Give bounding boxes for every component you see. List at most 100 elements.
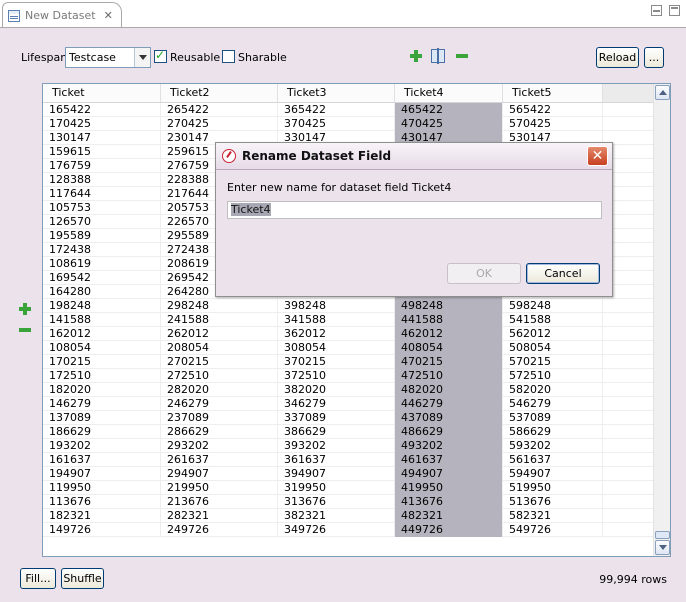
table-cell[interactable]: 146279 (43, 397, 161, 411)
column-header[interactable]: Ticket5 (503, 84, 603, 102)
table-cell[interactable]: 482321 (395, 509, 503, 523)
table-cell[interactable]: 162012 (43, 327, 161, 341)
table-cell[interactable]: 393202 (278, 439, 395, 453)
shuffle-button[interactable]: Shuffle (61, 568, 104, 589)
table-cell[interactable]: 282321 (161, 509, 278, 523)
table-cell[interactable]: 182020 (43, 383, 161, 397)
table-cell[interactable]: 128388 (43, 173, 161, 187)
table-cell[interactable]: 176759 (43, 159, 161, 173)
table-cell[interactable]: 465422 (395, 103, 503, 117)
table-cell[interactable]: 265422 (161, 103, 278, 117)
ok-button[interactable]: OK (447, 263, 521, 284)
scroll-up-icon[interactable] (655, 85, 670, 100)
table-row[interactable]: 137089 237089 337089 437089 537089 (43, 411, 654, 425)
table-cell[interactable]: 386629 (278, 425, 395, 439)
table-cell[interactable]: 282020 (161, 383, 278, 397)
table-cell[interactable]: 161637 (43, 453, 161, 467)
table-cell[interactable]: 286629 (161, 425, 278, 439)
table-cell[interactable]: 361637 (278, 453, 395, 467)
table-cell[interactable]: 172510 (43, 369, 161, 383)
table-cell[interactable]: 482020 (395, 383, 503, 397)
table-cell[interactable]: 549726 (503, 523, 603, 537)
table-cell[interactable]: 319950 (278, 481, 395, 495)
table-cell[interactable]: 449726 (395, 523, 503, 537)
add-column-icon[interactable] (409, 49, 423, 63)
table-cell[interactable]: 313676 (278, 495, 395, 509)
table-cell[interactable]: 293202 (161, 439, 278, 453)
table-cell[interactable]: 346279 (278, 397, 395, 411)
table-cell[interactable]: 108054 (43, 341, 161, 355)
table-cell[interactable]: 341588 (278, 313, 395, 327)
table-row[interactable]: 193202 293202 393202 493202 593202 (43, 439, 654, 453)
table-cell[interactable]: 113676 (43, 495, 161, 509)
table-cell[interactable]: 462012 (395, 327, 503, 341)
table-cell[interactable]: 365422 (278, 103, 395, 117)
more-options-button[interactable]: ... (644, 47, 664, 68)
table-cell[interactable]: 362012 (278, 327, 395, 341)
table-cell[interactable]: 165422 (43, 103, 161, 117)
table-cell[interactable]: 186629 (43, 425, 161, 439)
table-row[interactable]: 162012 262012 362012 462012 562012 (43, 327, 654, 341)
table-cell[interactable]: 437089 (395, 411, 503, 425)
lifespan-dropdown[interactable]: Testcase (65, 47, 151, 68)
table-cell[interactable]: 130147 (43, 131, 161, 145)
add-row-icon[interactable] (18, 302, 32, 316)
table-cell[interactable]: 398248 (278, 299, 395, 313)
rename-column-icon[interactable] (431, 48, 445, 64)
table-cell[interactable]: 572510 (503, 369, 603, 383)
table-cell[interactable]: 570215 (503, 355, 603, 369)
table-cell[interactable]: 582020 (503, 383, 603, 397)
reload-button[interactable]: Reload (596, 47, 639, 68)
table-row[interactable]: 182321 282321 382321 482321 582321 (43, 509, 654, 523)
table-row[interactable]: 172510 272510 372510 472510 572510 (43, 369, 654, 383)
table-cell[interactable]: 370215 (278, 355, 395, 369)
table-cell[interactable]: 170215 (43, 355, 161, 369)
table-cell[interactable]: 370425 (278, 117, 395, 131)
reusable-checkbox[interactable] (154, 48, 167, 63)
table-row[interactable]: 165422 265422 365422 465422 565422 (43, 103, 654, 117)
table-cell[interactable]: 272510 (161, 369, 278, 383)
table-cell[interactable]: 546279 (503, 397, 603, 411)
table-cell[interactable]: 159615 (43, 145, 161, 159)
table-row[interactable]: 141588 241588 341588 441588 541588 (43, 313, 654, 327)
table-cell[interactable]: 219950 (161, 481, 278, 495)
table-cell[interactable]: 508054 (503, 341, 603, 355)
table-cell[interactable]: 270215 (161, 355, 278, 369)
column-header[interactable]: Ticket (43, 84, 161, 102)
table-cell[interactable]: 382321 (278, 509, 395, 523)
table-cell[interactable]: 486629 (395, 425, 503, 439)
table-cell[interactable]: 394907 (278, 467, 395, 481)
table-cell[interactable]: 208054 (161, 341, 278, 355)
table-cell[interactable]: 594907 (503, 467, 603, 481)
table-cell[interactable]: 294907 (161, 467, 278, 481)
table-cell[interactable]: 470425 (395, 117, 503, 131)
fill-button[interactable]: Fill... (20, 568, 56, 589)
column-header[interactable]: Ticket2 (161, 84, 278, 102)
scroll-down-icon[interactable] (655, 540, 670, 555)
maximize-icon[interactable] (669, 5, 680, 16)
table-cell[interactable]: 593202 (503, 439, 603, 453)
table-cell[interactable]: 198248 (43, 299, 161, 313)
table-row[interactable]: 198248 298248 398248 498248 598248 (43, 299, 654, 313)
column-header[interactable] (603, 84, 654, 102)
table-row[interactable]: 170215 270215 370215 470215 570215 (43, 355, 654, 369)
sharable-checkbox[interactable] (222, 50, 235, 63)
cancel-button[interactable]: Cancel (526, 263, 600, 284)
column-header[interactable]: Ticket4 (395, 84, 503, 102)
table-cell[interactable]: 382020 (278, 383, 395, 397)
table-cell[interactable]: 193202 (43, 439, 161, 453)
table-row[interactable]: 194907 294907 394907 494907 594907 (43, 467, 654, 481)
remove-column-icon[interactable] (455, 49, 469, 63)
table-cell[interactable]: 494907 (395, 467, 503, 481)
table-cell[interactable]: 249726 (161, 523, 278, 537)
table-row[interactable]: 170425 270425 370425 470425 570425 (43, 117, 654, 131)
table-cell[interactable]: 498248 (395, 299, 503, 313)
table-cell[interactable]: 195589 (43, 229, 161, 243)
table-row[interactable]: 149726 249726 349726 449726 549726 (43, 523, 654, 537)
scroll-thumb[interactable] (655, 531, 670, 539)
table-cell[interactable]: 141588 (43, 313, 161, 327)
table-cell[interactable]: 372510 (278, 369, 395, 383)
table-row[interactable]: 186629 286629 386629 486629 586629 (43, 425, 654, 439)
table-cell[interactable]: 149726 (43, 523, 161, 537)
table-cell[interactable]: 413676 (395, 495, 503, 509)
